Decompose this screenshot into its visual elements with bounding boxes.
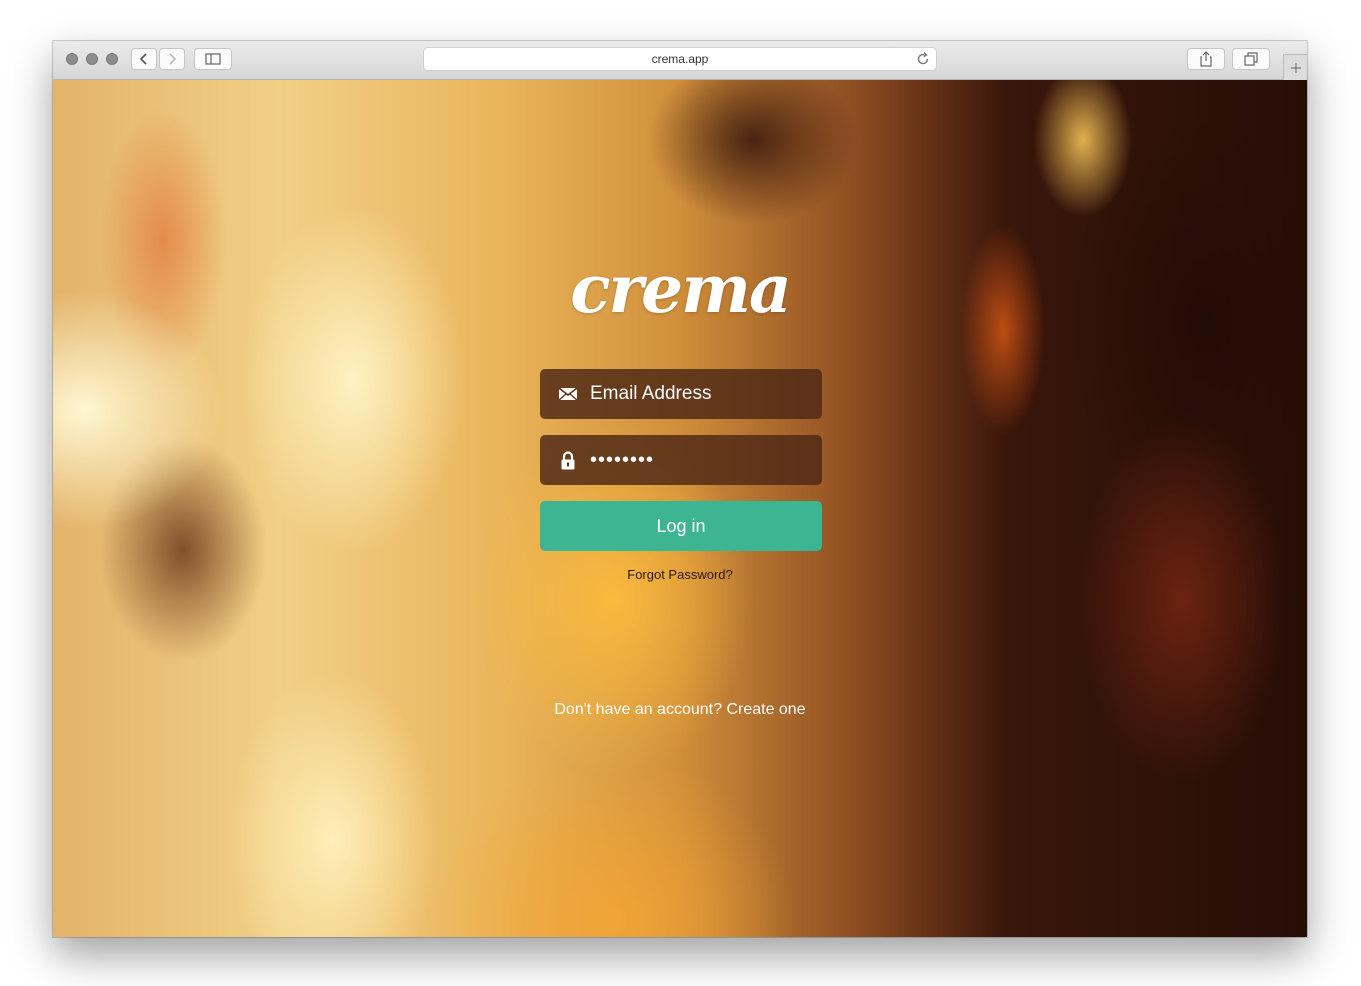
login-button[interactable]: Log in bbox=[540, 501, 822, 551]
sidebar-icon bbox=[205, 53, 221, 65]
url-text: crema.app bbox=[651, 52, 709, 66]
share-button[interactable] bbox=[1187, 48, 1225, 70]
forgot-password-link[interactable]: Forgot Password? bbox=[53, 567, 1307, 582]
chevron-right-icon bbox=[169, 53, 177, 65]
crema-logo: crema bbox=[570, 250, 792, 328]
email-input[interactable] bbox=[590, 383, 810, 405]
sidebar-button[interactable] bbox=[194, 48, 232, 70]
reload-icon[interactable] bbox=[915, 51, 931, 67]
create-account-link[interactable]: Don't have an account? Create one bbox=[53, 701, 1307, 719]
minimize-window-button[interactable] bbox=[86, 53, 98, 65]
envelope-icon bbox=[558, 385, 578, 403]
password-input[interactable] bbox=[590, 448, 810, 472]
lock-icon bbox=[558, 450, 578, 469]
share-icon bbox=[1200, 51, 1212, 67]
password-field[interactable] bbox=[540, 435, 822, 485]
tabs-icon bbox=[1244, 52, 1258, 66]
email-field[interactable] bbox=[540, 369, 822, 419]
new-tab-button[interactable] bbox=[1283, 54, 1307, 80]
close-window-button[interactable] bbox=[66, 53, 78, 65]
browser-window: crema.app crema Log in Forgot Pas bbox=[53, 41, 1307, 937]
plus-icon bbox=[1290, 62, 1301, 73]
zoom-window-button[interactable] bbox=[106, 53, 118, 65]
browser-toolbar: crema.app bbox=[53, 41, 1307, 80]
login-page: crema Log in Forgot Password? Don't have… bbox=[53, 80, 1307, 937]
chevron-left-icon bbox=[139, 53, 147, 65]
address-bar[interactable]: crema.app bbox=[423, 47, 937, 71]
forward-button[interactable] bbox=[159, 48, 185, 70]
tabs-button[interactable] bbox=[1232, 48, 1270, 70]
back-button[interactable] bbox=[131, 48, 157, 70]
